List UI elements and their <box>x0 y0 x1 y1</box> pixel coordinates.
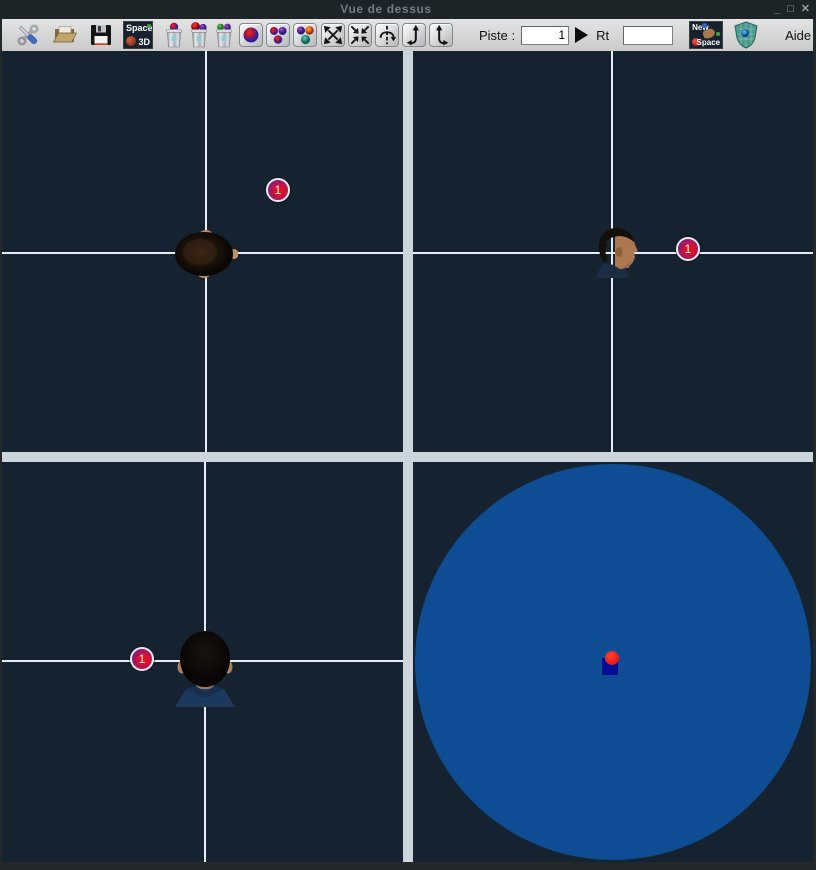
rt-input[interactable] <box>623 25 674 45</box>
rotate-down-left-icon <box>406 24 420 46</box>
listener-head-back-view <box>175 631 235 707</box>
contract-arrows-icon <box>350 25 370 45</box>
shield-button[interactable] <box>733 21 759 49</box>
green-dot-icon <box>147 24 151 28</box>
delete-source-3-button[interactable] <box>213 22 235 48</box>
trash-one-ball-icon <box>166 22 182 48</box>
space-3d-button[interactable]: Space 3D <box>123 21 153 49</box>
multi-sources-button[interactable] <box>293 23 317 47</box>
piste-input[interactable] <box>521 25 570 45</box>
delete-source-1-button[interactable] <box>163 22 185 48</box>
listener-red-dot[interactable] <box>605 651 619 665</box>
new-space-label-2: Space <box>696 38 721 47</box>
window-title: Vue de dessus <box>340 2 432 16</box>
new-space-button[interactable]: New Space <box>689 21 724 49</box>
rotate-down-left-button[interactable] <box>402 23 426 47</box>
save-floppy-icon <box>91 25 111 45</box>
play-button[interactable] <box>575 27 589 43</box>
source-marker[interactable]: 1 <box>130 647 154 671</box>
titlebar[interactable]: Vue de dessus _ □ ✕ <box>0 0 816 19</box>
expand-view-button[interactable] <box>321 23 345 47</box>
trash-green-purple-icon <box>216 23 232 48</box>
app-window: Vue de dessus _ □ ✕ Space 3D Piste: 1 R… <box>0 0 816 870</box>
single-source-button[interactable] <box>239 23 263 47</box>
multi-color-balls-icon <box>297 26 314 45</box>
view-bottom-left[interactable]: 1 <box>2 462 403 862</box>
source-marker[interactable]: 1 <box>676 237 700 261</box>
three-balls-icon <box>270 27 287 44</box>
toolbar: Space 3D Piste: 1 Rt New Space Aide <box>2 19 813 51</box>
tools-button[interactable] <box>15 22 41 48</box>
piste-label: Piste : <box>479 27 516 43</box>
single-ball-icon <box>243 27 259 43</box>
source-marker-label: 1 <box>684 242 692 256</box>
view-top-left[interactable]: 1 <box>2 51 403 452</box>
expand-arrows-icon <box>323 25 343 45</box>
trash-two-balls-icon <box>191 22 207 48</box>
rotate-axis-button[interactable] <box>375 23 399 47</box>
close-button[interactable]: ✕ <box>801 0 810 19</box>
contract-view-button[interactable] <box>348 23 372 47</box>
planet-icon <box>126 36 136 46</box>
rotate-down-right-button[interactable] <box>429 23 453 47</box>
listener-head-profile-view <box>595 228 638 278</box>
rotate-down-right-icon <box>435 24 449 46</box>
maximize-button[interactable]: □ <box>787 0 794 19</box>
listener-head-top-view <box>175 230 238 278</box>
shield-icon <box>734 21 758 49</box>
aide-menu[interactable]: Aide <box>785 28 811 43</box>
source-marker[interactable]: 1 <box>266 178 290 202</box>
save-button[interactable] <box>88 22 114 48</box>
rotate-around-axis-icon <box>379 25 397 45</box>
open-folder-icon <box>52 26 78 43</box>
view-bottom-right[interactable] <box>413 462 813 862</box>
green-dot-icon <box>716 32 721 36</box>
delete-source-2-button[interactable] <box>188 22 210 48</box>
view-top-right[interactable]: 1 <box>413 51 813 452</box>
window-controls: _ □ ✕ <box>774 0 810 19</box>
space-3d-label-2: 3D <box>138 37 150 47</box>
tools-icon <box>17 24 39 46</box>
source-marker-label: 1 <box>274 183 282 197</box>
rt-label: Rt <box>596 27 610 43</box>
horizontal-splitter[interactable] <box>2 452 813 462</box>
three-sources-button[interactable] <box>266 23 290 47</box>
source-marker-label: 1 <box>138 652 146 666</box>
open-button[interactable] <box>52 22 78 48</box>
minimize-button[interactable]: _ <box>774 0 780 19</box>
